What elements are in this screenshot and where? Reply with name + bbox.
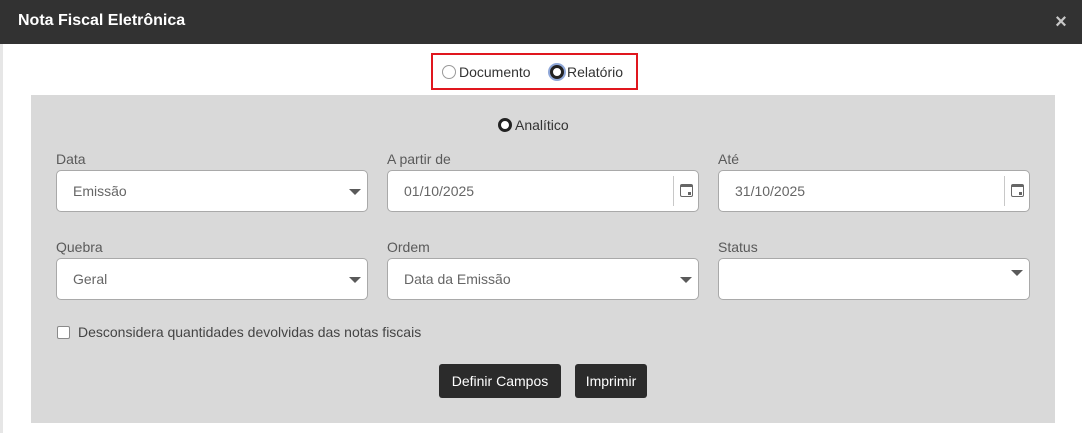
radio-circle-documento[interactable] bbox=[442, 65, 456, 79]
mode-selector: Documento Relatório bbox=[431, 53, 638, 90]
calendar-icon[interactable] bbox=[680, 184, 693, 197]
backdrop-strip bbox=[0, 44, 3, 433]
chevron-down-icon bbox=[1011, 270, 1023, 276]
radio-circle-relatorio[interactable] bbox=[550, 65, 564, 79]
a-partir-de-input[interactable]: 01/10/2025 bbox=[387, 170, 699, 212]
dialog-title: Nota Fiscal Eletrônica bbox=[18, 12, 186, 29]
ate-label: Até bbox=[718, 151, 740, 167]
radio-label-relatorio: Relatório bbox=[567, 64, 624, 80]
radio-analitico[interactable]: Analítico bbox=[498, 116, 569, 134]
ordem-select[interactable]: Data da Emissão bbox=[387, 258, 699, 300]
calendar-icon[interactable] bbox=[1011, 184, 1024, 197]
data-select-value: Emissão bbox=[73, 183, 127, 199]
status-select[interactable] bbox=[718, 258, 1030, 300]
ordem-label: Ordem bbox=[387, 239, 430, 255]
input-divider bbox=[673, 176, 674, 206]
radio-label-documento: Documento bbox=[459, 64, 531, 80]
close-icon[interactable]: × bbox=[1052, 11, 1070, 33]
data-label: Data bbox=[56, 151, 86, 167]
quebra-label: Quebra bbox=[56, 239, 103, 255]
imprimir-button[interactable]: Imprimir bbox=[575, 364, 647, 398]
status-label: Status bbox=[718, 239, 758, 255]
data-select[interactable]: Emissão bbox=[56, 170, 368, 212]
radio-documento[interactable]: Documento bbox=[442, 63, 531, 81]
chevron-down-icon bbox=[349, 189, 361, 195]
radio-label-analitico: Analítico bbox=[515, 117, 569, 133]
a-partir-de-label: A partir de bbox=[387, 151, 451, 167]
dialog-titlebar: Nota Fiscal Eletrônica × bbox=[0, 0, 1082, 44]
a-partir-de-value: 01/10/2025 bbox=[404, 183, 475, 199]
quebra-select-value: Geral bbox=[73, 271, 108, 287]
input-divider bbox=[1004, 176, 1005, 206]
chevron-down-icon bbox=[680, 277, 692, 283]
definir-campos-button[interactable]: Definir Campos bbox=[439, 364, 561, 398]
report-panel: Analítico Data Emissão A partir de 01/10… bbox=[31, 95, 1055, 423]
ate-input[interactable]: 31/10/2025 bbox=[718, 170, 1030, 212]
desconsidera-checkbox-row[interactable]: Desconsidera quantidades devolvidas das … bbox=[57, 324, 421, 340]
nfe-dialog: Nota Fiscal Eletrônica × Documento Relat… bbox=[0, 0, 1082, 433]
ate-value: 31/10/2025 bbox=[735, 183, 806, 199]
chevron-down-icon bbox=[349, 277, 361, 283]
radio-circle-analitico[interactable] bbox=[498, 118, 512, 132]
quebra-select[interactable]: Geral bbox=[56, 258, 368, 300]
radio-relatorio[interactable]: Relatório bbox=[550, 63, 623, 81]
ordem-select-value: Data da Emissão bbox=[404, 271, 511, 287]
desconsidera-checkbox-label: Desconsidera quantidades devolvidas das … bbox=[78, 324, 422, 340]
desconsidera-checkbox[interactable] bbox=[57, 325, 70, 339]
